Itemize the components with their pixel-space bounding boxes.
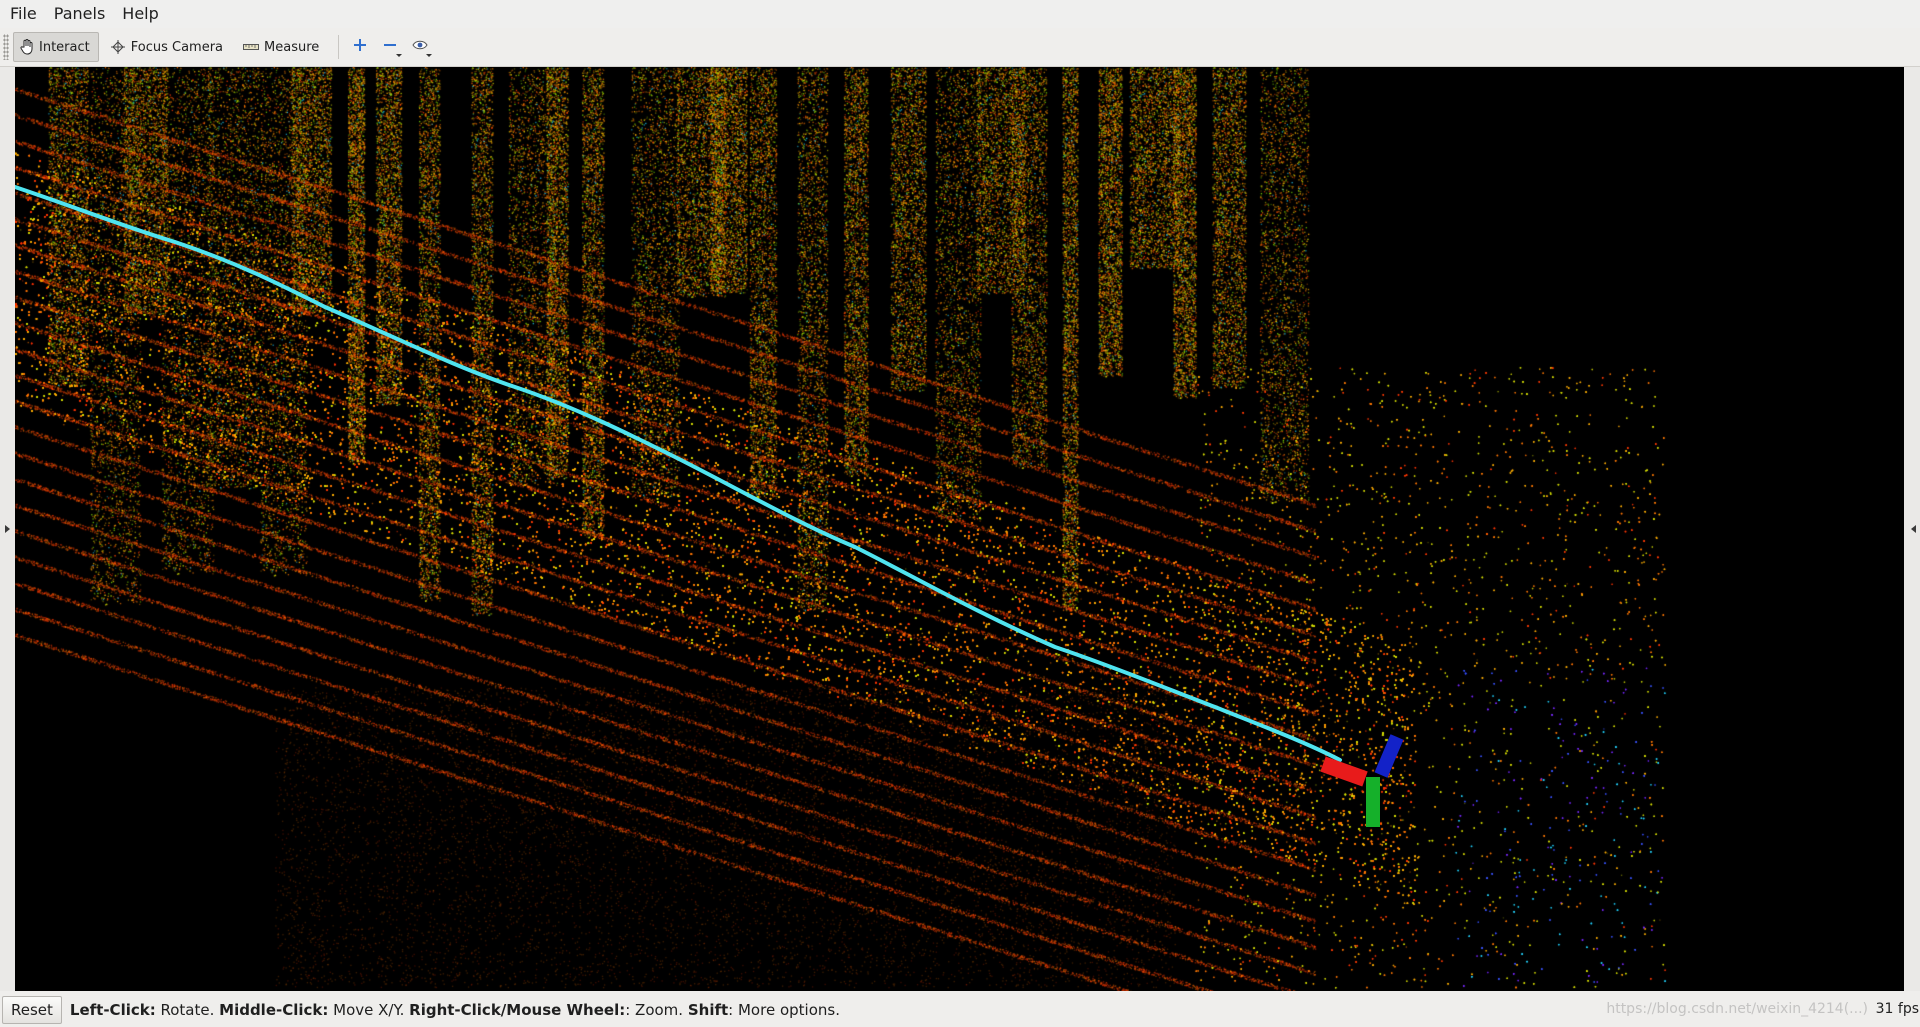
pose-axes-marker — [1320, 734, 1404, 827]
interact-label: Interact — [39, 39, 90, 55]
trajectory-path — [15, 185, 1342, 762]
menu-bar: File Panels Help — [0, 0, 1920, 28]
right-dock-toggle[interactable] — [1906, 67, 1920, 991]
interact-tool-button[interactable]: Interact — [13, 32, 99, 62]
menu-panels[interactable]: Panels — [44, 0, 113, 28]
axis-z — [1374, 734, 1404, 778]
expand-left-icon — [4, 525, 10, 533]
menu-help[interactable]: Help — [112, 0, 165, 28]
toolbar-separator — [338, 35, 340, 59]
hint-key: Middle-Click: — [219, 1000, 329, 1019]
eye-icon — [412, 39, 428, 55]
measure-tool-button[interactable]: Measure — [236, 32, 328, 62]
chevron-down-icon[interactable] — [396, 54, 403, 57]
tool-bar: Interact Focus Camera Measure — [0, 28, 1920, 67]
fps-readout: 31 fps — [1875, 1001, 1919, 1017]
plus-icon — [353, 38, 367, 56]
hint-desc: Move X/Y. — [328, 1000, 410, 1019]
crosshair-icon — [110, 39, 126, 55]
focus-camera-label: Focus Camera — [130, 39, 224, 55]
hint-key: Left-Click: — [69, 1000, 156, 1019]
render-area — [0, 67, 1920, 991]
hint-desc: : More options. — [728, 1000, 840, 1019]
view-tool-button[interactable] — [407, 33, 433, 61]
hint-desc: : Zoom. — [625, 1000, 688, 1019]
watermark-text: https://blog.csdn.net/weixin_4214(...) — [1606, 1001, 1868, 1017]
hint-desc: Rotate. — [155, 1000, 220, 1019]
toolbar-grip[interactable] — [3, 34, 9, 60]
chevron-down-icon[interactable] — [426, 54, 433, 57]
hint-key: Right-Click/Mouse Wheel: — [409, 1000, 626, 1019]
trajectory-overlay — [15, 185, 1404, 827]
left-dock-toggle[interactable] — [0, 67, 14, 991]
expand-right-icon — [1910, 525, 1916, 533]
hand-icon — [20, 39, 34, 55]
measure-label: Measure — [264, 39, 320, 55]
minus-icon — [383, 38, 397, 56]
hint-key: Shift — [687, 1000, 729, 1019]
reset-button[interactable]: Reset — [2, 995, 62, 1024]
menu-file[interactable]: File — [0, 0, 44, 28]
axis-x — [1320, 756, 1368, 787]
remove-tool-button[interactable] — [377, 33, 403, 61]
status-bar: Reset Left-Click: Rotate. Middle-Click: … — [0, 992, 1920, 1027]
ruler-icon — [243, 42, 260, 52]
add-tool-button[interactable] — [347, 33, 373, 61]
mouse-hint-text: Left-Click: Rotate. Middle-Click: Move X… — [70, 1001, 840, 1019]
3d-viewport[interactable] — [15, 67, 1904, 991]
focus-camera-tool-button[interactable]: Focus Camera — [103, 32, 232, 62]
